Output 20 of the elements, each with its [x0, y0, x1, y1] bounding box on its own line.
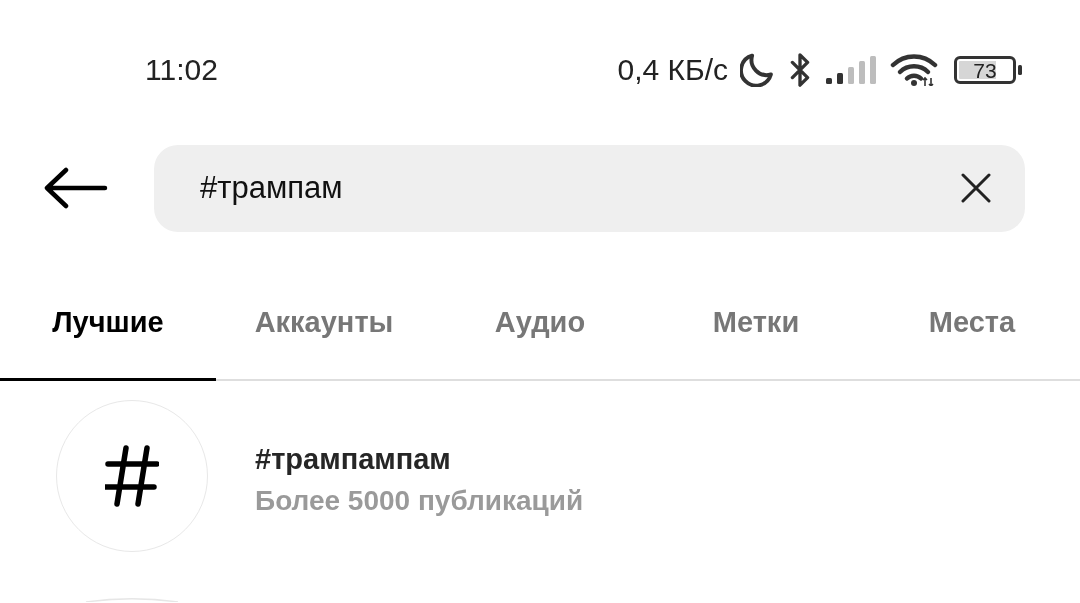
hashtag-icon	[105, 445, 159, 507]
bluetooth-icon	[788, 53, 812, 87]
close-icon	[961, 173, 991, 203]
result-subtitle: Более 5000 публикаций	[255, 484, 584, 518]
status-time: 11:02	[145, 52, 218, 88]
tab[interactable]: Аккаунты	[216, 252, 432, 381]
clear-button[interactable]	[961, 173, 991, 203]
tab[interactable]: Аудио	[432, 252, 648, 381]
battery-indicator: 73	[954, 56, 1022, 84]
network-speed: 0,4 КБ/с	[617, 52, 728, 88]
signal-icon	[826, 56, 876, 84]
wifi-icon	[890, 54, 938, 86]
result-title: #трампампам	[255, 442, 451, 477]
tab[interactable]: Метки	[648, 252, 864, 381]
back-button[interactable]	[44, 167, 108, 209]
tab[interactable]: Места	[864, 252, 1080, 381]
moon-icon	[740, 53, 774, 87]
back-arrow-icon	[44, 167, 108, 209]
tab[interactable]: Лучшие	[0, 252, 216, 381]
search-field[interactable]: #трампам	[154, 144, 1025, 232]
